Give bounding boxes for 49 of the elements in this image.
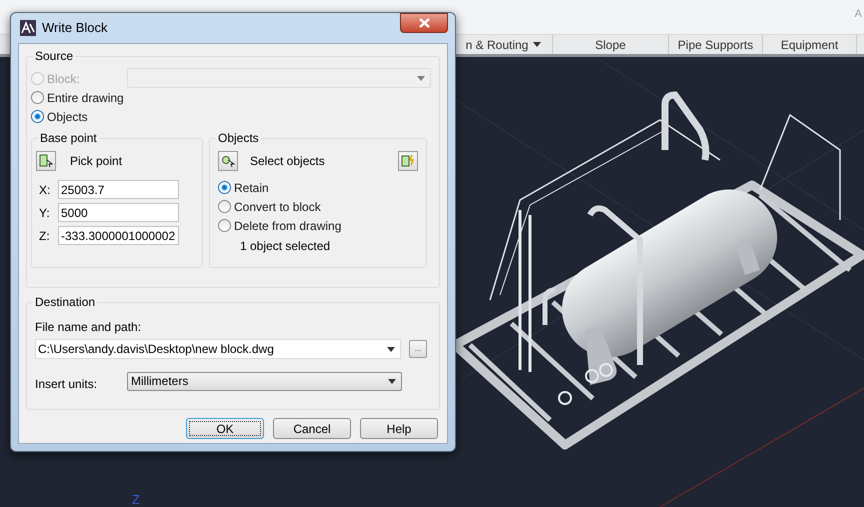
dialog-button[interactable]: Cancel (273, 418, 351, 439)
browse-button[interactable]: ... (409, 340, 427, 358)
ribbon-panel-title[interactable]: Pipe Supports (669, 35, 763, 54)
select-objects-button[interactable] (218, 151, 238, 171)
pick-point-label: Pick point (70, 153, 122, 170)
quick-select-button[interactable] (398, 151, 418, 171)
radio-label: Block: (47, 70, 80, 88)
caret-icon (388, 378, 396, 384)
file-path-label: File name and path: (35, 319, 142, 335)
pick-point-icon (39, 154, 53, 168)
radio-label: Retain (234, 180, 269, 196)
select-objects-icon (221, 154, 235, 168)
group-title: Base point (38, 130, 99, 146)
radio-button[interactable] (31, 110, 44, 123)
app-icon (20, 20, 36, 36)
axis-label: Z (132, 493, 140, 507)
coordinate-field[interactable]: 25003.7 (58, 180, 179, 199)
pick-point-button[interactable] (36, 151, 56, 171)
coordinate-field[interactable]: 5000 (58, 203, 179, 222)
ribbon-panel-title[interactable]: Slope (553, 35, 669, 54)
caret-icon (533, 42, 542, 47)
coordinate-label: Z: (38, 228, 51, 244)
radio-label: Objects (47, 108, 88, 126)
caret-icon (417, 76, 425, 80)
file-path-combo[interactable]: C:\Users\andy.davis\Desktop\new block.dwg (35, 339, 401, 359)
radio-label: Delete from drawing (234, 218, 342, 234)
units-label: Insert units: (35, 376, 98, 393)
radio-label: Convert to block (234, 198, 321, 216)
select-objects-label: Select objects (250, 153, 326, 170)
radio-button[interactable] (31, 91, 44, 104)
window-title: Write Block (42, 19, 108, 38)
radio-button[interactable] (218, 219, 231, 232)
ribbon-label: A (854, 7, 862, 22)
radio-label: Entire drawing (47, 90, 124, 106)
quick-select-icon (401, 154, 415, 168)
radio-button[interactable] (218, 181, 231, 194)
coordinate-label: Y: (38, 204, 51, 222)
close-icon (418, 18, 430, 28)
dialog-button[interactable]: OK (186, 418, 264, 439)
coordinate-label: X: (38, 182, 52, 198)
dialog-button[interactable]: Help (360, 418, 438, 439)
units-combo[interactable]: Millimeters (127, 372, 402, 390)
coordinate-field[interactable]: -333.3000001000002 (58, 226, 179, 245)
group-title: Objects (216, 130, 261, 146)
caret-icon (387, 346, 395, 352)
ribbon-panel-title[interactable]: Equipment (763, 35, 857, 54)
selection-status: 1 object selected (239, 238, 332, 255)
radio-button[interactable] (218, 200, 231, 213)
close-button[interactable] (400, 13, 448, 33)
